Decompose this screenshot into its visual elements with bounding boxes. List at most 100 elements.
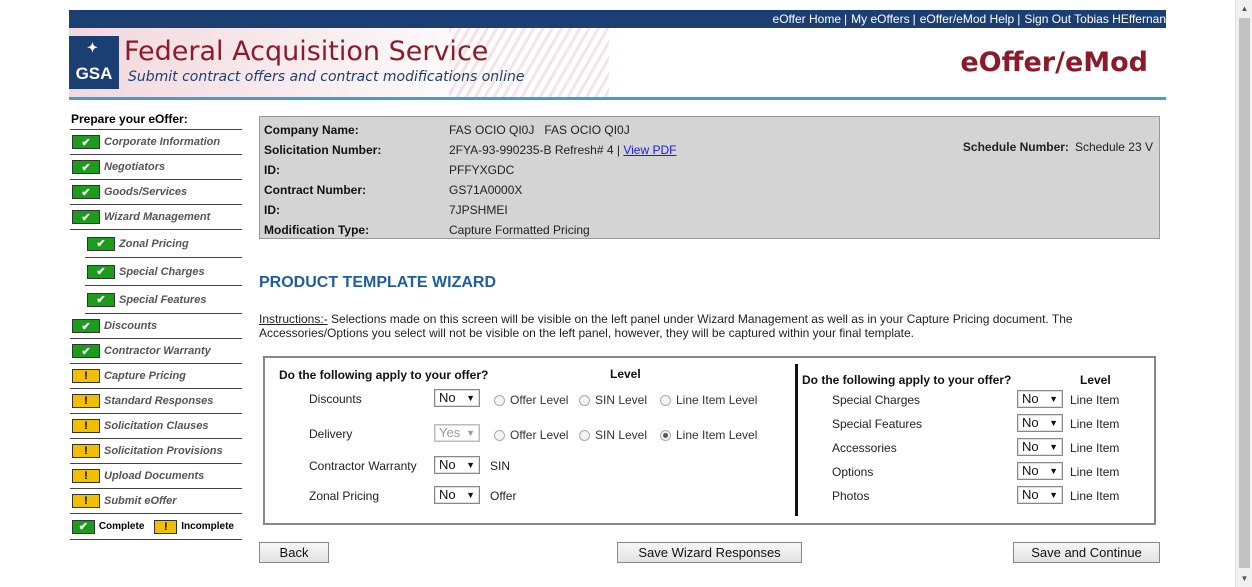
sidebar-title: Prepare your eOffer: — [70, 111, 242, 130]
save-and-continue-button[interactable]: Save and Continue — [1013, 542, 1160, 563]
discounts-radio-offer[interactable]: Offer Level — [494, 393, 568, 407]
sidebar-item-solicitation-clauses[interactable]: ! Solicitation Clauses — [70, 414, 242, 439]
sidebar-item-zonal-pricing[interactable]: ✔ Zonal Pricing — [85, 230, 242, 258]
nav-link-help[interactable]: eOffer/eMod Help — [920, 12, 1015, 26]
zonal-level: Offer — [490, 489, 517, 503]
sidebar-item-upload-documents[interactable]: ! Upload Documents — [70, 464, 242, 489]
radio-circle — [579, 429, 590, 441]
delivery-radio-sin[interactable]: SIN Level — [579, 428, 647, 442]
sidebar-item-label: Special Charges — [119, 265, 205, 278]
delivery-select-value: Yes — [439, 425, 461, 440]
agency-tagline: Submit contract offers and contract modi… — [128, 69, 525, 85]
right-level-header: Level — [1080, 373, 1111, 387]
warning-icon: ! — [72, 419, 100, 433]
legend-complete: Complete — [98, 521, 145, 532]
header-banner: ✦ GSA Federal Acquisition Service Submit … — [69, 28, 1166, 100]
warranty-level: SIN — [490, 459, 511, 473]
sidebar-item-negotiators[interactable]: ✔ Negotiators — [70, 155, 242, 180]
special-charges-label: Special Charges — [832, 393, 921, 407]
chevron-down-icon: ▼ — [1049, 466, 1058, 476]
nav-link-my-eoffers[interactable]: My eOffers — [851, 12, 909, 26]
discounts-radio-sin[interactable]: SIN Level — [579, 393, 647, 407]
gsa-logo[interactable]: ✦ GSA — [69, 36, 119, 89]
sidebar-item-special-features[interactable]: ✔ Special Features — [85, 286, 242, 314]
sidebar-item-special-charges[interactable]: ✔ Special Charges — [85, 258, 242, 286]
sidebar-item-label: Standard Responses — [104, 395, 214, 407]
sidebar-item-submit-eoffer[interactable]: ! Submit eOffer — [70, 489, 242, 514]
chevron-down-icon: ▼ — [1049, 394, 1058, 404]
sidebar-item-corporate-information[interactable]: ✔ Corporate Information — [70, 130, 242, 155]
id-label: ID: — [264, 163, 280, 177]
zonal-select[interactable]: No ▼ — [434, 486, 480, 504]
warranty-label: Contractor Warranty — [309, 459, 417, 473]
sidebar-list: ✔ Corporate Information ✔ Negotiators ✔ Goods… — [70, 130, 242, 514]
delivery-radio-line-item[interactable]: Line Item Level — [660, 428, 757, 442]
sidebar-item-solicitation-provisions[interactable]: ! Solicitation Provisions — [70, 439, 242, 464]
scroll-up-icon[interactable]: ▲ — [1236, 0, 1252, 17]
sidebar-item-label: Corporate Information — [104, 136, 221, 148]
delivery-radio-offer[interactable]: Offer Level — [494, 428, 568, 442]
radio-label: Offer Level — [510, 393, 569, 407]
sidebar-item-goods-services[interactable]: ✔ Goods/Services — [70, 180, 242, 205]
solicitation-label: Solicitation Number: — [264, 143, 382, 157]
special-charges-select[interactable]: No ▼ — [1017, 390, 1063, 408]
sidebar-item-wizard-management[interactable]: ✔ Wizard Management — [70, 205, 242, 230]
sidebar-item-label: Zonal Pricing — [119, 237, 189, 250]
check-icon: ✔ — [72, 319, 100, 333]
options-select[interactable]: No ▼ — [1017, 462, 1063, 480]
chevron-down-icon: ▼ — [1049, 442, 1058, 452]
warning-icon: ! — [72, 394, 100, 408]
scroll-down-icon[interactable]: ▼ — [1236, 570, 1252, 587]
sidebar-item-label: Wizard Management — [104, 211, 211, 223]
sidebar-item-standard-responses[interactable]: ! Standard Responses — [70, 389, 242, 414]
radio-label: SIN Level — [595, 428, 648, 442]
discounts-select[interactable]: No ▼ — [434, 389, 480, 407]
options-select-value: No — [1022, 463, 1039, 478]
nav-link-sign-out[interactable]: Sign Out Tobias HEffernan — [1024, 12, 1166, 26]
sidebar-item-discounts[interactable]: ✔ Discounts — [70, 314, 242, 339]
sidebar-item-contractor-warranty[interactable]: ✔ Contractor Warranty — [70, 339, 242, 364]
instructions-label: Instructions:- — [259, 312, 328, 326]
special-features-select[interactable]: No ▼ — [1017, 414, 1063, 432]
sidebar-item-capture-pricing[interactable]: ! Capture Pricing — [70, 364, 242, 389]
delivery-select[interactable]: Yes ▼ — [434, 424, 480, 442]
vertical-scrollbar[interactable]: ▲ ▼ — [1235, 0, 1252, 587]
status-legend: ✔ Complete ! Incomplete — [70, 514, 242, 540]
accessories-select-value: No — [1022, 439, 1039, 454]
contract-number-label: Contract Number: — [264, 183, 367, 197]
legend-incomplete: Incomplete — [181, 521, 234, 532]
special-charges-level: Line Item — [1070, 393, 1120, 407]
sidebar-item-label: Contractor Warranty — [104, 345, 211, 357]
warranty-select[interactable]: No ▼ — [434, 456, 480, 474]
modification-type-value: Capture Formatted Pricing — [449, 223, 590, 237]
special-features-level: Line Item — [1070, 417, 1120, 431]
chevron-down-icon: ▼ — [466, 393, 475, 403]
chevron-down-icon: ▼ — [466, 460, 475, 470]
check-icon: ✔ — [87, 236, 115, 251]
photos-select-value: No — [1022, 487, 1039, 502]
back-button[interactable]: Back — [259, 542, 329, 563]
radio-circle — [494, 429, 505, 441]
photos-select[interactable]: No ▼ — [1017, 486, 1063, 504]
schedule-label: Schedule Number: — [962, 140, 1069, 154]
chevron-down-icon: ▼ — [466, 428, 475, 438]
discounts-radio-line-item[interactable]: Line Item Level — [660, 393, 757, 407]
radio-circle-selected — [660, 429, 671, 441]
discounts-label: Discounts — [309, 392, 362, 406]
check-icon: ✔ — [72, 160, 100, 174]
discounts-select-value: No — [439, 390, 456, 405]
save-wizard-responses-button[interactable]: Save Wizard Responses — [617, 542, 802, 563]
agency-title: Federal Acquisition Service — [124, 36, 489, 67]
instructions: Instructions:- Selections made on this s… — [259, 312, 1159, 340]
photos-level: Line Item — [1070, 489, 1120, 503]
page-title: PRODUCT TEMPLATE WIZARD — [259, 274, 497, 291]
id-label: ID: — [264, 203, 280, 217]
view-pdf-link[interactable]: View PDF — [623, 143, 676, 157]
accessories-select[interactable]: No ▼ — [1017, 438, 1063, 456]
scrollbar-thumb[interactable] — [1239, 18, 1250, 568]
contract-number-value: GS71A0000X — [449, 183, 523, 197]
wizard-panel: Do the following apply to your offer? Le… — [263, 356, 1156, 525]
nav-link-eoffer-home[interactable]: eOffer Home — [773, 12, 841, 26]
warning-icon: ! — [72, 469, 100, 483]
photos-label: Photos — [832, 489, 870, 503]
